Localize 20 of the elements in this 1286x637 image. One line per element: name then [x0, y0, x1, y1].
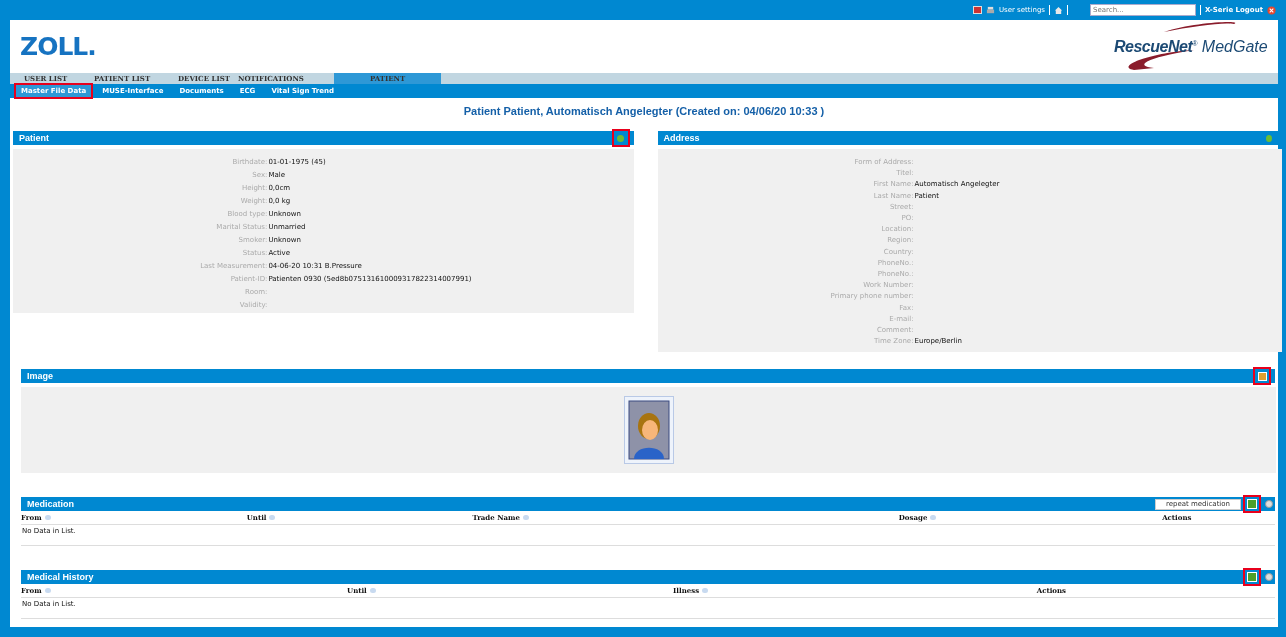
panel-title: Medical History — [27, 572, 94, 582]
panel-title: Medication — [27, 499, 74, 509]
avatar-icon — [622, 396, 675, 464]
close-icon[interactable] — [1267, 5, 1276, 15]
page-title: Patient Patient, Automatisch Angelegter (Created on: 04/06/20 10:33 ) — [462, 104, 826, 119]
logo: ZOLL. — [20, 32, 96, 61]
add-button[interactable] — [1243, 495, 1261, 513]
settings-icon[interactable] — [1265, 573, 1273, 581]
flag-icon[interactable] — [972, 6, 982, 14]
panel-title: Patient — [19, 133, 49, 143]
edit-button[interactable] — [1264, 133, 1274, 143]
panel-title: Address — [663, 133, 700, 143]
edit-button[interactable] — [611, 129, 630, 147]
logo: RescueNet$^{®}$ MedGate — [1114, 37, 1268, 56]
home-icon[interactable] — [1054, 5, 1063, 15]
panel-title: Image — [27, 371, 53, 381]
settings-icon[interactable] — [1265, 500, 1273, 508]
printer-icon[interactable] — [985, 5, 995, 15]
upload-button[interactable] — [1253, 367, 1271, 385]
add-button[interactable] — [1243, 568, 1261, 586]
